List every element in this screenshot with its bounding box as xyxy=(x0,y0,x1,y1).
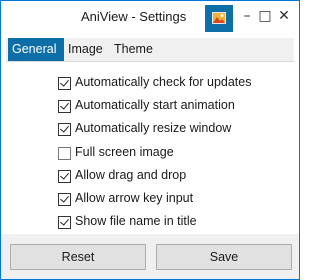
minimize-icon[interactable]: – xyxy=(239,8,255,24)
tab-strip: General Image Theme xyxy=(6,38,294,62)
button-bar: Reset Save xyxy=(1,234,299,279)
option-label: Automatically start animation xyxy=(75,98,235,112)
checkbox[interactable] xyxy=(58,147,71,160)
checkbox[interactable] xyxy=(58,123,71,136)
settings-window: AniView - Settings – □ ✕ General Image T… xyxy=(0,0,300,280)
general-settings-panel: Automatically check for updates Automati… xyxy=(6,62,294,232)
option-label: Automatically resize window xyxy=(75,121,232,135)
checkbox[interactable] xyxy=(58,77,71,90)
tab-theme[interactable]: Theme xyxy=(110,38,157,61)
close-icon[interactable]: ✕ xyxy=(276,8,292,24)
checkbox[interactable] xyxy=(58,193,71,206)
title-bar[interactable]: AniView - Settings – □ ✕ xyxy=(1,1,299,33)
tab-general[interactable]: General xyxy=(8,38,64,61)
window-title: AniView - Settings xyxy=(81,9,187,24)
image-icon xyxy=(212,12,226,24)
checkbox[interactable] xyxy=(58,170,71,183)
option-label: Allow arrow key input xyxy=(75,191,194,205)
checkbox[interactable] xyxy=(58,216,71,229)
tab-image[interactable]: Image xyxy=(64,38,107,61)
maximize-icon[interactable]: □ xyxy=(257,8,273,24)
option-label: Show file name in title xyxy=(75,214,197,228)
checkbox[interactable] xyxy=(58,100,71,113)
option-label: Automatically check for updates xyxy=(75,75,252,89)
option-label: Full screen image xyxy=(75,145,174,159)
image-button[interactable] xyxy=(205,5,233,32)
reset-button[interactable]: Reset xyxy=(10,244,146,270)
save-button[interactable]: Save xyxy=(156,244,292,270)
option-label: Allow drag and drop xyxy=(75,168,187,182)
